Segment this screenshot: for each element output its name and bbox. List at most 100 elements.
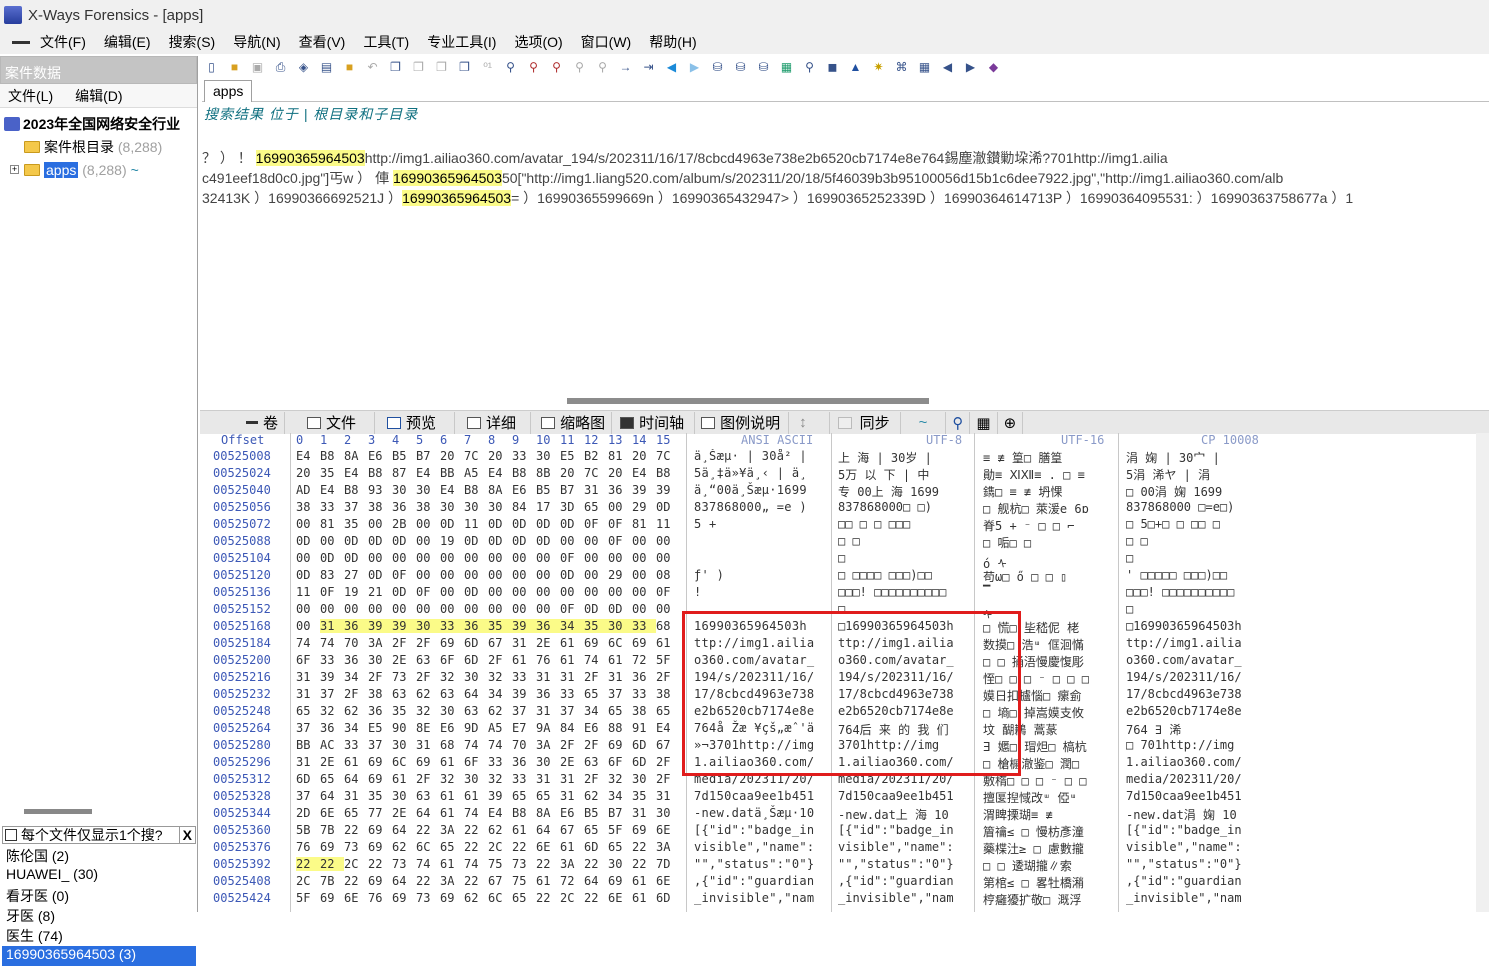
hex-byte[interactable]: 22 [536,891,560,905]
hex-byte[interactable]: 6E [344,891,368,905]
hex-bytes[interactable]: 00 31 36 39 39 30 33 36 35 39 36 34 35 30 33 68 [296,619,680,633]
hex-bytes[interactable]: 31 37 2F 38 63 62 63 64 34 39 36 33 65 37 33 38 [296,687,680,701]
hex-byte[interactable]: 37 [512,704,536,718]
hex-byte[interactable]: 2F [656,772,680,786]
hex-byte[interactable]: 0D [464,585,488,599]
hex-byte[interactable]: 64 [344,772,368,786]
hex-byte[interactable]: E4 [296,449,320,463]
hex-byte[interactable]: 2C [488,840,512,854]
hex-byte[interactable]: 00 [512,568,536,582]
hex-byte[interactable]: 00 [512,585,536,599]
hex-byte[interactable]: 0F [392,568,416,582]
utf16-text[interactable]: ▔ [983,585,990,599]
hex-bytes[interactable]: 00 81 35 00 2B 00 0D 11 0D 0D 0D 0D 0F 0F 81 11 [296,517,680,531]
hex-byte[interactable]: 74 [584,653,608,667]
hex-byte[interactable]: 70 [344,636,368,650]
copy-block-icon[interactable]: ❐ [455,59,474,76]
hex-byte[interactable]: 00 [368,551,392,565]
hex-byte[interactable]: 6C [392,755,416,769]
hex-byte[interactable]: 2F [344,687,368,701]
properties-icon[interactable]: ◈ [294,59,313,76]
hex-byte[interactable]: 33 [632,687,656,701]
hex-bytes[interactable]: 2C 7B 22 69 64 22 3A 22 67 75 61 72 64 69 61 6E [296,874,680,888]
hex-byte[interactable]: 61 [512,823,536,837]
hex-byte[interactable]: 00 [488,551,512,565]
ansi-text[interactable]: "","status":"0"} [694,857,814,871]
hex-byte[interactable]: B8 [344,483,368,497]
hex-byte[interactable]: 30 [392,789,416,803]
hex-byte[interactable]: B7 [560,483,584,497]
hex-byte[interactable]: 7B [320,874,344,888]
hex-byte[interactable]: 7D [656,857,680,871]
cp10008-text[interactable]: ,{"id":"guardian [1126,874,1242,888]
hex-byte[interactable]: B8 [464,483,488,497]
hex-byte[interactable]: 69 [440,891,464,905]
hex-byte[interactable]: 0D [296,568,320,582]
hex-byte[interactable]: 35 [344,517,368,531]
hex-byte[interactable]: 73 [416,891,440,905]
hex-bytes[interactable]: 0D 00 0D 0D 0D 00 19 0D 0D 0D 0D 00 00 0F 00 00 [296,534,680,548]
hex-byte[interactable]: 65 [440,840,464,854]
hex-byte[interactable]: 0F [584,517,608,531]
hex-byte[interactable]: 00 [512,551,536,565]
hex-byte[interactable]: E4 [320,483,344,497]
hex-byte[interactable]: 22 [320,857,344,871]
hex-byte[interactable]: 2F [416,772,440,786]
hex-byte[interactable]: E4 [488,466,512,480]
hex-byte[interactable]: 3A [440,823,464,837]
hex-byte[interactable]: 8A [488,483,512,497]
hex-byte[interactable]: 39 [656,483,680,497]
hex-bytes[interactable]: BB AC 33 37 30 31 68 74 74 70 3A 2F 2F 69 6D 67 [296,738,680,752]
hex-byte[interactable]: 73 [392,857,416,871]
hex-byte[interactable]: 76 [536,653,560,667]
hex-byte[interactable]: 31 [344,789,368,803]
hex-byte[interactable]: 00 [632,602,656,616]
hex-byte[interactable]: 00 [536,602,560,616]
hex-byte[interactable]: E7 [512,721,536,735]
menu-window[interactable]: 窗口(W) [581,32,632,52]
hex-byte[interactable]: 0D [344,534,368,548]
hex-byte[interactable]: 64 [464,687,488,701]
hex-byte[interactable]: 38 [416,500,440,514]
hex-byte[interactable]: 2D [296,806,320,820]
hex-byte[interactable]: 65 [584,500,608,514]
hex-byte[interactable]: 0F [608,534,632,548]
hex-byte[interactable]: 2F [560,738,584,752]
hex-byte[interactable]: 38 [368,500,392,514]
hex-byte[interactable]: 00 [632,534,656,548]
utf16-text[interactable]: 鐫□ ≡ ≢ 坍惈 [983,483,1062,500]
hex-byte[interactable]: 61 [608,653,632,667]
hex-byte[interactable]: 74 [464,806,488,820]
hex-bytes[interactable]: 38 33 37 38 36 38 30 30 30 84 17 3D 65 00 29 0D [296,500,680,514]
hex-byte[interactable]: 62 [344,704,368,718]
hex-byte[interactable]: 31 [632,806,656,820]
hex-byte[interactable]: 5F [296,891,320,905]
hex-bytes[interactable]: 00 0D 0D 00 00 00 00 00 00 00 00 0F 00 00 00 00 [296,551,680,565]
hex-row[interactable]: 00525408 2C 7B 22 69 64 22 3A 22 67 75 61 72 64 69 61 6E… [200,874,1285,891]
hex-byte[interactable]: 00 [488,568,512,582]
utf8-text[interactable]: □□□! □□□□□□□□□□ [838,585,946,599]
hex-bytes[interactable]: 31 39 34 2F 73 2F 32 30 32 33 31 31 2F 31 36 2F [296,670,680,684]
hex-byte[interactable]: 22 [344,874,368,888]
utf16-text[interactable]: 第棺≤ □ 畧牡橋潲 [983,874,1084,891]
hex-byte[interactable]: 64 [320,789,344,803]
hex-byte[interactable]: 2F [488,653,512,667]
case-menu-file[interactable]: 文件(L) [8,86,53,106]
hex-byte[interactable]: 31 [296,670,320,684]
hex-byte[interactable]: E6 [560,806,584,820]
hex-byte[interactable]: B7 [416,449,440,463]
hex-byte[interactable]: 6D [464,636,488,650]
hex-byte[interactable]: 30 [464,500,488,514]
hex-byte[interactable]: 62 [488,704,512,718]
cp10008-text[interactable]: ' □□□□□ □□□)□□ [1126,568,1227,582]
hex-byte[interactable]: 39 [512,687,536,701]
hex-byte[interactable]: 74 [296,636,320,650]
hex-row[interactable]: 00525072 00 81 35 00 2B 00 0D 11 0D 0D 0D 0D 0F 0F 81 11… [200,517,1285,534]
hex-byte[interactable]: 20 [560,466,584,480]
hex-byte[interactable]: 37 [344,500,368,514]
hex-byte[interactable]: 64 [416,806,440,820]
ansi-text[interactable]: ,{"id":"guardian [694,874,814,888]
utf16-text[interactable]: 擅匽揑惐改ᵚ 俹ᵚ [983,789,1077,806]
ansi-text[interactable]: 5 + [694,517,717,531]
hex-byte[interactable]: 29 [632,500,656,514]
